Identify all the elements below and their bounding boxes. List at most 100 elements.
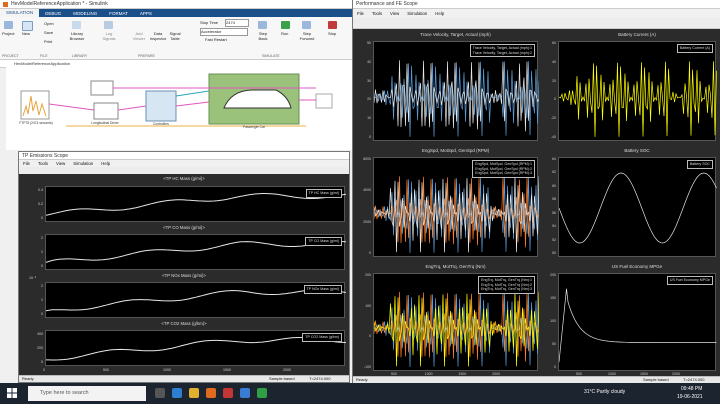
edge-icon[interactable] bbox=[172, 388, 182, 398]
battery-soc-ytick: 62 bbox=[552, 170, 556, 175]
menu-file[interactable]: File bbox=[19, 161, 34, 166]
open-button[interactable]: Open bbox=[44, 21, 54, 26]
tab-apps[interactable]: APPS bbox=[134, 11, 158, 16]
clock-date[interactable]: 19-06-2021 bbox=[677, 394, 703, 400]
stop-button[interactable]: Stop bbox=[328, 31, 336, 36]
task-view-icon[interactable] bbox=[155, 388, 165, 398]
speeds-ytick: 0 bbox=[369, 251, 371, 255]
battery-current-traces bbox=[559, 61, 717, 137]
torques-ytick: 0 bbox=[369, 334, 371, 339]
step-forward-button[interactable]: Step Forward bbox=[297, 31, 317, 41]
fuel-economy-series-1 bbox=[559, 288, 717, 363]
pfe-statusbar: Ready Sample based T=2474.000 bbox=[353, 376, 720, 383]
emissions-statusbar: Ready Sample based T=2474.000 bbox=[19, 375, 349, 382]
fuel-economy-plot[interactable]: US Fuel Economy MPGe bbox=[558, 273, 717, 371]
velocity-ytick: 10 bbox=[367, 116, 371, 121]
emissions-titlebar: TP Emissions Scope bbox=[19, 152, 349, 160]
library-icon[interactable] bbox=[72, 21, 81, 29]
menu-view[interactable]: View bbox=[52, 161, 69, 166]
word-icon[interactable] bbox=[240, 388, 250, 398]
torques-plot[interactable]: EngTrq, MotTrq, GenTrq (Nm):1 EngTrq, Mot… bbox=[373, 273, 539, 371]
emissions-ytick: 0 bbox=[41, 216, 43, 220]
legend-entry: Trace Velocity, Target, Actual (mph):1 bbox=[472, 46, 532, 50]
add-viewer-button[interactable]: Add Viewer bbox=[130, 31, 148, 41]
battery-soc-traces bbox=[559, 172, 717, 244]
pfe-toolbar bbox=[353, 18, 720, 29]
weather-widget[interactable]: 31°C Partly cloudy bbox=[584, 389, 625, 395]
emissions-ytick: 1 bbox=[41, 298, 43, 302]
file-explorer-icon[interactable] bbox=[189, 388, 199, 398]
clock-time[interactable]: 09:48 PM bbox=[681, 386, 702, 392]
fast-restart-toggle[interactable]: Fast Restart bbox=[205, 37, 227, 42]
log-signals-button[interactable]: Log Signals bbox=[100, 31, 118, 41]
pfe-menu-view[interactable]: View bbox=[386, 11, 403, 16]
step-back-button[interactable]: Step Back bbox=[254, 31, 272, 41]
model-canvas[interactable]: FTP75 (2474 seconds) Longitudinal Driver… bbox=[6, 66, 352, 150]
pfe-menu-file[interactable]: File bbox=[353, 11, 368, 16]
tab-debug[interactable]: DEBUG bbox=[39, 11, 67, 16]
status-time: T=2474.000 bbox=[309, 376, 331, 381]
data-inspector-button[interactable]: Data Inspector bbox=[148, 31, 168, 41]
pfe-menu-help[interactable]: Help bbox=[431, 11, 448, 16]
stop-time-input[interactable]: 2474 bbox=[225, 19, 249, 27]
velocity-ytick: 0 bbox=[369, 135, 371, 139]
nox-plot[interactable]: TP NOx Mass (g/mi) bbox=[45, 282, 346, 318]
menu-simulation[interactable]: Simulation bbox=[69, 161, 97, 166]
emissions-ytick: 2 bbox=[41, 236, 43, 240]
emissions-ytick: 2 bbox=[41, 284, 43, 288]
velocity-plot[interactable]: Trace Velocity, Target, Actual (mph):1 Tr… bbox=[373, 41, 539, 141]
speeds-plot[interactable]: EngSpd, MotSpd, GenSpd (RPM):1 EngSpd, Mo… bbox=[373, 157, 539, 257]
pfe-menu-simulation[interactable]: Simulation bbox=[403, 11, 431, 16]
co2-legend: TP CO2 Mass (g/km) bbox=[302, 333, 342, 342]
battery-soc-ytick: 58 bbox=[552, 197, 556, 202]
stop-icon[interactable] bbox=[328, 21, 337, 29]
menu-help[interactable]: Help bbox=[97, 161, 114, 166]
hc-plot[interactable]: TP HC Mass (g/mi) bbox=[45, 186, 346, 222]
section-file: FILE bbox=[40, 54, 48, 58]
chrome-icon[interactable] bbox=[257, 388, 267, 398]
menu-tools[interactable]: Tools bbox=[34, 161, 52, 166]
battery-current-ytick: -40 bbox=[550, 135, 556, 139]
taskbar-search-input[interactable]: Type here to search bbox=[28, 386, 146, 401]
library-browser-button[interactable]: Library Browser bbox=[66, 31, 88, 41]
stop-time-label: Stop Time bbox=[200, 20, 219, 25]
emissions-ytick: 0.2 bbox=[38, 202, 43, 206]
log-signals-icon[interactable] bbox=[104, 21, 113, 29]
signal-table-button[interactable]: Signal Table bbox=[166, 31, 184, 41]
torques-title: EngTrq, MotTrq, GenTrq (Nm) bbox=[425, 264, 486, 269]
emissions-plot-area: TP HC Mass (g/mi) <TP HC Mass (g/mi)> TP… bbox=[19, 174, 349, 376]
sim-mode-select[interactable]: Accelerator bbox=[200, 28, 248, 36]
battery-soc-plot[interactable]: Battery SOC bbox=[558, 157, 717, 257]
windows-start-icon[interactable] bbox=[7, 388, 17, 398]
passenger-car-label: Passenger Car bbox=[243, 125, 265, 129]
battery-soc-ytick: 60 bbox=[552, 183, 556, 188]
step-forward-icon[interactable] bbox=[302, 21, 311, 29]
battery-current-plot[interactable]: Battery Current (A) bbox=[558, 41, 717, 141]
run-icon[interactable] bbox=[281, 21, 290, 29]
save-button[interactable]: Save bbox=[44, 30, 53, 35]
print-button[interactable]: Print bbox=[44, 39, 52, 44]
step-back-icon[interactable] bbox=[258, 21, 267, 29]
battery-soc-ytick: 52 bbox=[552, 237, 556, 242]
project-icon[interactable] bbox=[4, 21, 13, 29]
pfe-menu-tools[interactable]: Tools bbox=[368, 11, 386, 16]
new-button[interactable]: New bbox=[22, 31, 30, 36]
co-plot[interactable]: TP CO Mass (g/mi) bbox=[45, 234, 346, 270]
run-button[interactable]: Run bbox=[281, 31, 288, 36]
legend-entry: US Fuel Economy MPGe bbox=[669, 278, 710, 282]
ribbon-tabs: SIMULATION DEBUG MODELING FORMAT APPS bbox=[0, 9, 352, 17]
project-button[interactable]: Project bbox=[2, 31, 14, 36]
ribbon-toolbar: Project New Open Save Print Library Brow… bbox=[0, 17, 352, 60]
tab-format[interactable]: FORMAT bbox=[103, 11, 134, 16]
tab-modeling[interactable]: MODELING bbox=[67, 11, 103, 16]
status-sample: Sample based bbox=[269, 376, 295, 381]
co2-plot[interactable]: TP CO2 Mass (g/km) bbox=[45, 330, 346, 366]
new-icon[interactable] bbox=[22, 21, 33, 31]
pfe-plot-area: Trace Velocity, Target, Actual (mph) Trac… bbox=[353, 29, 720, 377]
matlab-icon[interactable] bbox=[206, 388, 216, 398]
app-icon-red[interactable] bbox=[223, 388, 233, 398]
section-library: LIBRARY bbox=[72, 54, 88, 58]
window-title: HevModelReferenceApplication * - Simulin… bbox=[11, 1, 108, 7]
battery-current-ytick: 40 bbox=[552, 59, 556, 64]
tab-simulation[interactable]: SIMULATION bbox=[0, 9, 40, 17]
